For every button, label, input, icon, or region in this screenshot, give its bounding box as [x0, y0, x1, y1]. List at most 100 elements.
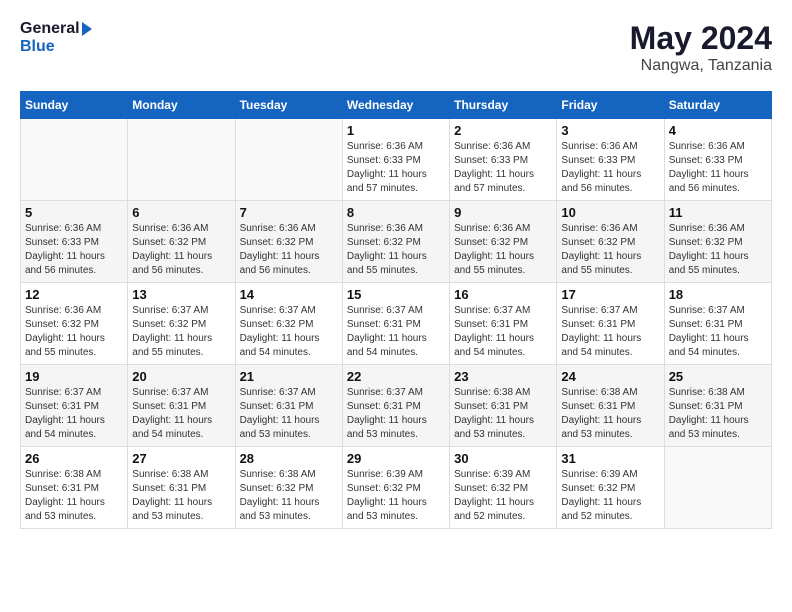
- day-info: Sunrise: 6:37 AM Sunset: 6:31 PM Dayligh…: [669, 304, 767, 360]
- day-info: Sunrise: 6:38 AM Sunset: 6:31 PM Dayligh…: [25, 468, 123, 524]
- day-number: 20: [132, 369, 230, 384]
- day-number: 30: [454, 451, 552, 466]
- calendar-title: May 2024: [630, 20, 772, 57]
- day-info: Sunrise: 6:39 AM Sunset: 6:32 PM Dayligh…: [454, 468, 552, 524]
- calendar-day-cell: 24 Sunrise: 6:38 AM Sunset: 6:31 PM Dayli…: [557, 365, 664, 447]
- calendar-day-cell: [664, 447, 771, 529]
- day-info: Sunrise: 6:36 AM Sunset: 6:32 PM Dayligh…: [132, 222, 230, 278]
- day-number: 22: [347, 369, 445, 384]
- calendar-day-cell: 3Sunrise: 6:36 AM Sunset: 6:33 PM Daylig…: [557, 119, 664, 201]
- day-number: 14: [240, 287, 338, 302]
- day-info: Sunrise: 6:37 AM Sunset: 6:31 PM Dayligh…: [132, 386, 230, 442]
- calendar-day-cell: 8 Sunrise: 6:36 AM Sunset: 6:32 PM Daylig…: [342, 201, 449, 283]
- weekday-header: Monday: [128, 92, 235, 119]
- day-info: Sunrise: 6:38 AM Sunset: 6:32 PM Dayligh…: [240, 468, 338, 524]
- day-number: 25: [669, 369, 767, 384]
- day-number: 6: [132, 205, 230, 220]
- calendar-day-cell: 14 Sunrise: 6:37 AM Sunset: 6:32 PM Dayli…: [235, 283, 342, 365]
- calendar-day-cell: 25 Sunrise: 6:38 AM Sunset: 6:31 PM Dayli…: [664, 365, 771, 447]
- calendar-day-cell: 5 Sunrise: 6:36 AM Sunset: 6:33 PM Daylig…: [21, 201, 128, 283]
- day-info: Sunrise: 6:37 AM Sunset: 6:32 PM Dayligh…: [240, 304, 338, 360]
- day-number: 18: [669, 287, 767, 302]
- weekday-header: Saturday: [664, 92, 771, 119]
- logo-blue: Blue: [20, 38, 55, 56]
- day-info: Sunrise: 6:38 AM Sunset: 6:31 PM Dayligh…: [454, 386, 552, 442]
- calendar-day-cell: 13 Sunrise: 6:37 AM Sunset: 6:32 PM Dayli…: [128, 283, 235, 365]
- day-number: 21: [240, 369, 338, 384]
- calendar-day-cell: 11 Sunrise: 6:36 AM Sunset: 6:32 PM Dayli…: [664, 201, 771, 283]
- day-number: 28: [240, 451, 338, 466]
- calendar-day-cell: 12 Sunrise: 6:36 AM Sunset: 6:32 PM Dayli…: [21, 283, 128, 365]
- day-number: 8: [347, 205, 445, 220]
- calendar-table: SundayMondayTuesdayWednesdayThursdayFrid…: [20, 91, 772, 529]
- calendar-week-row: 26 Sunrise: 6:38 AM Sunset: 6:31 PM Dayli…: [21, 447, 772, 529]
- day-number: 19: [25, 369, 123, 384]
- day-number: 1: [347, 123, 445, 138]
- calendar-day-cell: [235, 119, 342, 201]
- day-number: 16: [454, 287, 552, 302]
- day-info: Sunrise: 6:36 AM Sunset: 6:33 PM Dayligh…: [347, 140, 445, 196]
- page-header: General Blue May 2024 Nangwa, Tanzania: [20, 20, 772, 75]
- day-info: Sunrise: 6:36 AM Sunset: 6:33 PM Dayligh…: [561, 140, 659, 196]
- day-number: 12: [25, 287, 123, 302]
- calendar-day-cell: [21, 119, 128, 201]
- day-info: Sunrise: 6:36 AM Sunset: 6:32 PM Dayligh…: [669, 222, 767, 278]
- calendar-day-cell: 23 Sunrise: 6:38 AM Sunset: 6:31 PM Dayli…: [450, 365, 557, 447]
- day-info: Sunrise: 6:36 AM Sunset: 6:32 PM Dayligh…: [347, 222, 445, 278]
- day-info: Sunrise: 6:37 AM Sunset: 6:31 PM Dayligh…: [347, 304, 445, 360]
- calendar-day-cell: 1 Sunrise: 6:36 AM Sunset: 6:33 PM Daylig…: [342, 119, 449, 201]
- calendar-location: Nangwa, Tanzania: [630, 57, 772, 75]
- day-number: 5: [25, 205, 123, 220]
- day-info: Sunrise: 6:37 AM Sunset: 6:32 PM Dayligh…: [132, 304, 230, 360]
- day-number: 4: [669, 123, 767, 138]
- calendar-day-cell: 10 Sunrise: 6:36 AM Sunset: 6:32 PM Dayli…: [557, 201, 664, 283]
- calendar-week-row: 12 Sunrise: 6:36 AM Sunset: 6:32 PM Dayli…: [21, 283, 772, 365]
- day-number: 17: [561, 287, 659, 302]
- calendar-day-cell: 22 Sunrise: 6:37 AM Sunset: 6:31 PM Dayli…: [342, 365, 449, 447]
- logo-triangle-icon: [82, 22, 92, 36]
- calendar-day-cell: 2Sunrise: 6:36 AM Sunset: 6:33 PM Daylig…: [450, 119, 557, 201]
- day-info: Sunrise: 6:36 AM Sunset: 6:32 PM Dayligh…: [240, 222, 338, 278]
- calendar-day-cell: 21 Sunrise: 6:37 AM Sunset: 6:31 PM Dayli…: [235, 365, 342, 447]
- day-info: Sunrise: 6:37 AM Sunset: 6:31 PM Dayligh…: [347, 386, 445, 442]
- day-info: Sunrise: 6:36 AM Sunset: 6:33 PM Dayligh…: [25, 222, 123, 278]
- weekday-header: Friday: [557, 92, 664, 119]
- calendar-day-cell: 16 Sunrise: 6:37 AM Sunset: 6:31 PM Dayli…: [450, 283, 557, 365]
- weekday-header-row: SundayMondayTuesdayWednesdayThursdayFrid…: [21, 92, 772, 119]
- day-info: Sunrise: 6:36 AM Sunset: 6:33 PM Dayligh…: [454, 140, 552, 196]
- day-info: Sunrise: 6:37 AM Sunset: 6:31 PM Dayligh…: [454, 304, 552, 360]
- day-number: 10: [561, 205, 659, 220]
- day-info: Sunrise: 6:36 AM Sunset: 6:32 PM Dayligh…: [25, 304, 123, 360]
- calendar-day-cell: 30 Sunrise: 6:39 AM Sunset: 6:32 PM Dayli…: [450, 447, 557, 529]
- day-number: 15: [347, 287, 445, 302]
- day-info: Sunrise: 6:38 AM Sunset: 6:31 PM Dayligh…: [132, 468, 230, 524]
- day-info: Sunrise: 6:39 AM Sunset: 6:32 PM Dayligh…: [347, 468, 445, 524]
- day-number: 24: [561, 369, 659, 384]
- title-section: May 2024 Nangwa, Tanzania: [630, 20, 772, 75]
- calendar-day-cell: 6 Sunrise: 6:36 AM Sunset: 6:32 PM Daylig…: [128, 201, 235, 283]
- weekday-header: Wednesday: [342, 92, 449, 119]
- day-info: Sunrise: 6:39 AM Sunset: 6:32 PM Dayligh…: [561, 468, 659, 524]
- day-info: Sunrise: 6:37 AM Sunset: 6:31 PM Dayligh…: [240, 386, 338, 442]
- weekday-header: Thursday: [450, 92, 557, 119]
- day-info: Sunrise: 6:38 AM Sunset: 6:31 PM Dayligh…: [561, 386, 659, 442]
- logo: General Blue: [20, 20, 92, 56]
- day-info: Sunrise: 6:36 AM Sunset: 6:32 PM Dayligh…: [561, 222, 659, 278]
- calendar-day-cell: 9Sunrise: 6:36 AM Sunset: 6:32 PM Daylig…: [450, 201, 557, 283]
- day-number: 31: [561, 451, 659, 466]
- weekday-header: Sunday: [21, 92, 128, 119]
- calendar-day-cell: 4Sunrise: 6:36 AM Sunset: 6:33 PM Daylig…: [664, 119, 771, 201]
- day-number: 23: [454, 369, 552, 384]
- day-info: Sunrise: 6:38 AM Sunset: 6:31 PM Dayligh…: [669, 386, 767, 442]
- calendar-week-row: 1 Sunrise: 6:36 AM Sunset: 6:33 PM Daylig…: [21, 119, 772, 201]
- calendar-day-cell: 7Sunrise: 6:36 AM Sunset: 6:32 PM Daylig…: [235, 201, 342, 283]
- weekday-header: Tuesday: [235, 92, 342, 119]
- calendar-day-cell: 29 Sunrise: 6:39 AM Sunset: 6:32 PM Dayli…: [342, 447, 449, 529]
- day-number: 13: [132, 287, 230, 302]
- day-number: 11: [669, 205, 767, 220]
- day-number: 26: [25, 451, 123, 466]
- day-info: Sunrise: 6:37 AM Sunset: 6:31 PM Dayligh…: [561, 304, 659, 360]
- calendar-day-cell: [128, 119, 235, 201]
- logo-general: General: [20, 20, 80, 38]
- day-number: 29: [347, 451, 445, 466]
